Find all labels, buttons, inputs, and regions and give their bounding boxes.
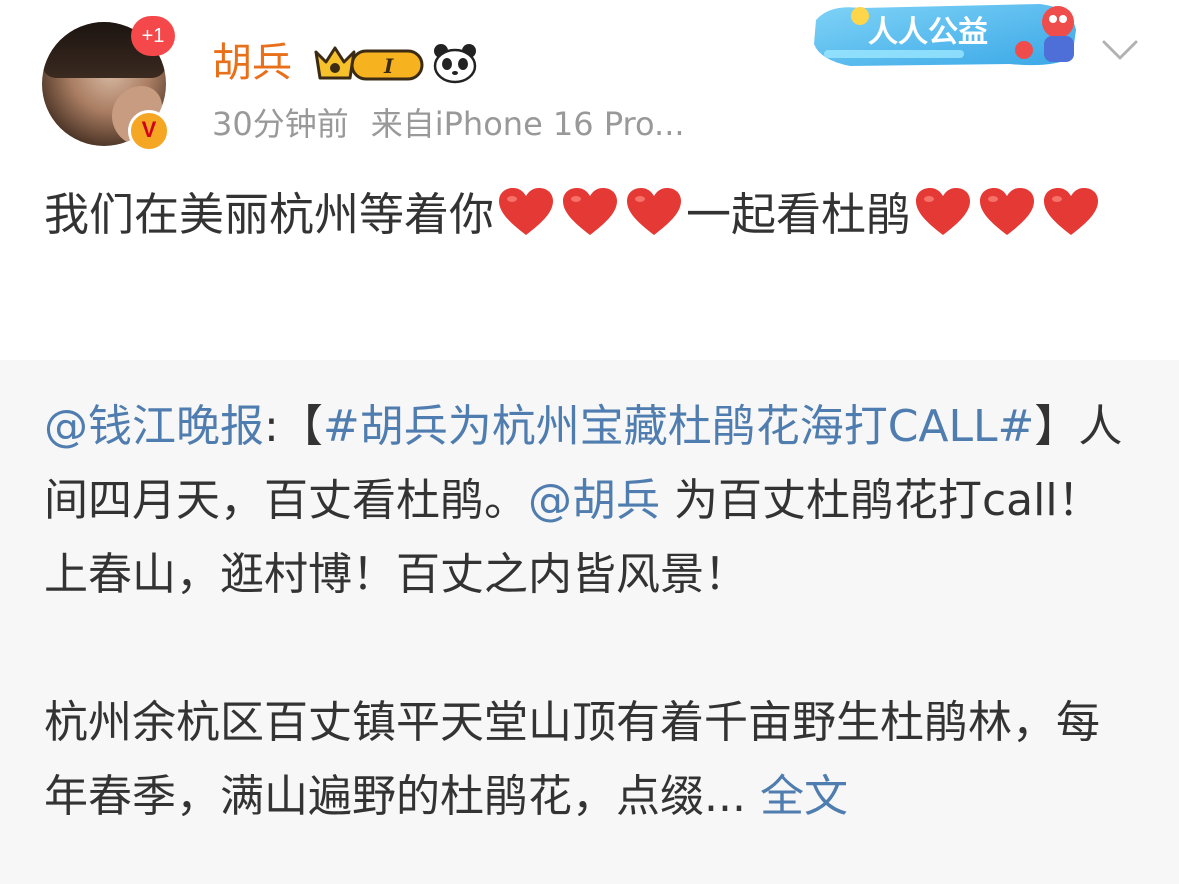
post-text-main: 我们在美丽杭州等着你 (44, 188, 495, 241)
mention-source-link[interactable]: @钱江晚报 (44, 401, 264, 452)
heart-emoji (499, 188, 554, 235)
crown-vip-icon[interactable]: I (312, 42, 424, 84)
heart-emoji (980, 188, 1035, 235)
heart-emoji (627, 188, 682, 235)
username[interactable]: 胡兵 (212, 36, 292, 90)
heart-emoji (563, 188, 618, 235)
post-text-mid: 一起看杜鹃 (686, 188, 912, 241)
repost-card[interactable]: @钱江晚报:【#胡兵为杭州宝藏杜鹃花海打CALL#】人间四月天，百丈看杜鹃。@胡… (0, 360, 1179, 884)
chevron-down-icon[interactable] (1100, 34, 1140, 64)
repost-paragraph-2: 杭州余杭区百丈镇平天堂山顶有着千亩野生杜鹃林，每年春季，满山遍野的杜鹃花，点缀.… (44, 686, 1134, 834)
post-time: 30分钟前 (212, 105, 349, 143)
repost-text-3: 杭州余杭区百丈镇平天堂山顶有着千亩野生杜鹃林，每年春季，满山遍野的杜鹃花，点缀.… (44, 697, 1100, 822)
repost-paragraph-1: @钱江晚报:【#胡兵为杭州宝藏杜鹃花海打CALL#】人间四月天，百丈看杜鹃。@胡… (44, 390, 1134, 612)
vip-level-label: I (383, 54, 394, 78)
promo-banner[interactable]: 人人公益 (810, 0, 1092, 70)
topic-link[interactable]: #胡兵为杭州宝藏杜鹃花海打CALL# (323, 401, 1035, 452)
verified-badge-icon: V (128, 110, 170, 152)
post-body: 我们在美丽杭州等着你 一起看杜鹃 (44, 180, 1134, 250)
post-source[interactable]: 来自iPhone 16 Pro... (371, 105, 685, 143)
promo-label: 人人公益 (868, 15, 988, 50)
heart-emoji (916, 188, 971, 235)
heart-emoji (1044, 188, 1099, 235)
post-header: +1 V 胡兵 I 30分钟前来自iPhone 16 Pro... 人人公益 (0, 0, 1179, 360)
repost-body: @钱江晚报:【#胡兵为杭州宝藏杜鹃花海打CALL#】人间四月天，百丈看杜鹃。@胡… (44, 390, 1134, 834)
notification-badge: +1 (131, 16, 175, 56)
full-text-link[interactable]: 全文 (746, 771, 848, 822)
mention-user-link[interactable]: @胡兵 (528, 475, 660, 526)
panda-icon (433, 44, 477, 84)
post-meta: 30分钟前 来自iPhone 16 Pro... (212, 102, 685, 146)
colon-bracket: :【 (264, 401, 323, 452)
